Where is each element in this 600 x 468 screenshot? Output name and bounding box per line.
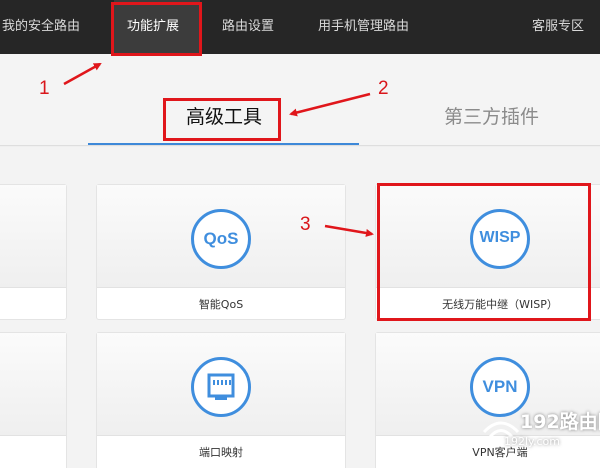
arrow-2	[289, 92, 371, 117]
arrow-1	[63, 62, 102, 86]
arrow-3	[324, 224, 374, 237]
watermark-text: 192路由网	[520, 411, 600, 433]
annotation-arrows	[63, 62, 374, 237]
watermark: 192路由网 192ly.com	[474, 404, 600, 468]
watermark-url: 192ly.com	[504, 435, 560, 448]
